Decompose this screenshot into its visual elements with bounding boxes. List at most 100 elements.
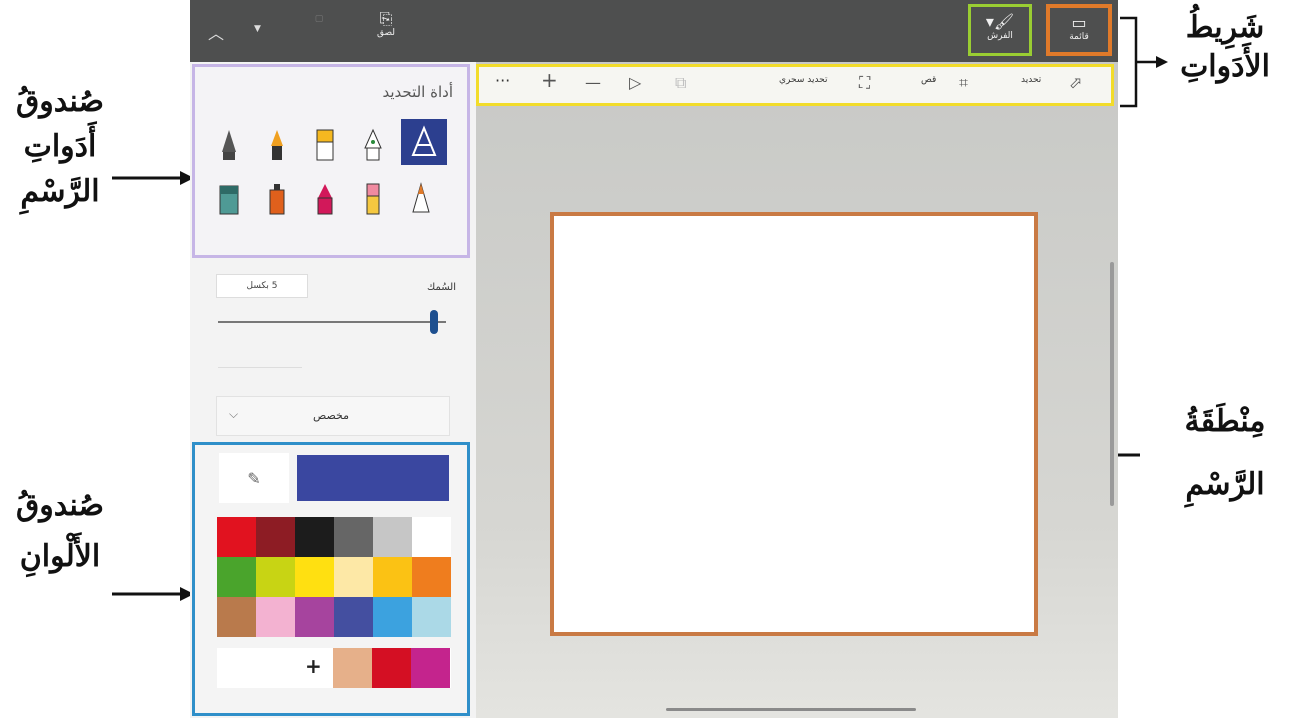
eyedropper-icon: ✎: [247, 468, 261, 488]
paste-icon: ⎘: [379, 9, 393, 28]
color-swatch[interactable]: [295, 517, 334, 557]
color-swatch[interactable]: [334, 517, 373, 557]
brushes-label: الفرش: [987, 31, 1013, 41]
color-swatch[interactable]: [256, 557, 295, 597]
calligraphy-pen-icon: [222, 130, 236, 160]
canvas-background: [476, 62, 1118, 718]
callout-drawing-area-line2: الرَّسْمِ: [1185, 467, 1265, 502]
tools-toolbar: ··· + — ▷ ⧉ تحديد سحري ⛶ قص ⌗ تحديد ⬀: [476, 64, 1114, 106]
drawing-tools-arrow: [112, 171, 194, 185]
color-palette: [217, 517, 451, 637]
drawing-tools-title: أداة التحديد: [382, 83, 453, 101]
callout-colors: صُندوقُ الأَلْوانِ: [0, 486, 120, 576]
spray-can-tool[interactable]: [257, 179, 297, 219]
color-swatch[interactable]: [412, 597, 451, 637]
custom-colors-row: +: [217, 648, 451, 688]
zoom-in-button[interactable]: +: [541, 70, 558, 90]
callout-drawing-tools: صُندوقُ أَدَواتِ الرَّسْمِ: [0, 82, 120, 211]
brush-mode-dropdown[interactable]: ⌵ مخصص: [216, 396, 450, 436]
paint-app-window: ︿ ▼ ▢ ⎘ لصق ▾🖌 الفرش ▭ قائمة ··· + — ▷ ⧉…: [190, 0, 1118, 718]
thickness-slider-handle[interactable]: [430, 310, 438, 334]
colors-arrow: [112, 587, 194, 601]
horizontal-scrollbar[interactable]: [666, 708, 916, 711]
custom-color-swatch[interactable]: [333, 648, 372, 688]
watercolor-brush-tool[interactable]: [305, 125, 345, 165]
menu-button[interactable]: ▭ قائمة: [1046, 4, 1112, 56]
dropdown-arrow-icon[interactable]: ▼: [254, 24, 261, 34]
thickness-value-field[interactable]: 5 بكسل: [216, 274, 308, 298]
paste-button[interactable]: ⎘ لصق: [364, 9, 408, 39]
crayon-icon: [317, 184, 333, 215]
paint-bucket-icon: [219, 185, 239, 215]
color-swatch[interactable]: [217, 557, 256, 597]
undo-chevron-icon[interactable]: ︿: [208, 20, 224, 44]
callout-colors-line1: صُندوقُ: [15, 488, 105, 523]
color-swatch[interactable]: [217, 517, 256, 557]
magic-select-label[interactable]: تحديد سحري: [779, 75, 828, 85]
eyedropper-button[interactable]: ✎: [219, 453, 289, 503]
pencil-icon: [412, 182, 430, 213]
tag-shape-icon[interactable]: ▷: [629, 74, 641, 92]
fountain-pen-icon: [364, 128, 382, 161]
color-swatch[interactable]: [373, 557, 412, 597]
selection-tool[interactable]: [401, 119, 447, 165]
crop-label[interactable]: قص: [921, 75, 936, 85]
pencil-tool[interactable]: [401, 179, 441, 219]
paste-label: لصق: [376, 28, 396, 38]
top-bar: ︿ ▼ ▢ ⎘ لصق ▾🖌 الفرش ▭ قائمة: [190, 0, 1118, 62]
thickness-slider-track[interactable]: [218, 321, 446, 323]
current-color[interactable]: [297, 455, 449, 501]
drawing-canvas[interactable]: [550, 212, 1038, 636]
callout-drawing-tools-line3: الرَّسْمِ: [20, 174, 100, 209]
menu-folder-icon: ▭: [1071, 13, 1087, 32]
watercolor-brush-icon: [316, 129, 334, 161]
select-cursor-icon[interactable]: ⬀: [1069, 74, 1082, 92]
select-label[interactable]: تحديد: [1021, 75, 1041, 85]
color-swatch[interactable]: [334, 557, 373, 597]
add-color-button[interactable]: +: [305, 654, 322, 678]
color-swatch[interactable]: [295, 597, 334, 637]
callout-drawing-tools-line2: أَدَواتِ: [23, 129, 97, 164]
left-panel: أداة التحديد السُمك 5 بكسل ⌵ مخصص ✎ +: [190, 62, 476, 718]
spray-can-icon: [269, 184, 285, 215]
zoom-out-button[interactable]: —: [585, 74, 601, 92]
fill-bucket-tool[interactable]: [209, 179, 249, 219]
color-swatch[interactable]: [295, 557, 334, 597]
color-swatch[interactable]: [256, 517, 295, 557]
custom-color-swatch[interactable]: [411, 648, 450, 688]
toolbar-callout-bracket: [1120, 16, 1168, 108]
vertical-scrollbar[interactable]: [1110, 262, 1114, 506]
colors-box: ✎ +: [192, 442, 470, 716]
crayon-tool[interactable]: [305, 179, 345, 219]
color-swatch[interactable]: [412, 517, 451, 557]
calligraphy-pen-tool[interactable]: [209, 125, 249, 165]
callout-colors-line2: الأَلْوانِ: [19, 539, 101, 574]
magic-select-icon[interactable]: ⛶: [859, 74, 870, 92]
color-swatch[interactable]: [256, 597, 295, 637]
oil-brush-tool[interactable]: [257, 125, 297, 165]
color-swatch[interactable]: [412, 557, 451, 597]
color-swatch[interactable]: [373, 597, 412, 637]
divider: [218, 367, 302, 368]
oil-brush-icon: [271, 130, 283, 160]
custom-colors: [333, 648, 451, 688]
color-swatch[interactable]: [217, 597, 256, 637]
copy-icon: ⧉: [675, 73, 687, 92]
callout-drawing-tools-line1: صُندوقُ: [15, 84, 105, 119]
marker-tool[interactable]: [353, 179, 393, 219]
thickness-label: السُمك: [427, 282, 456, 293]
callout-drawing-area-line1: مِنْطَقَةُ: [1184, 404, 1266, 439]
brushes-button[interactable]: ▾🖌 الفرش: [968, 4, 1032, 56]
custom-color-swatch[interactable]: [372, 648, 411, 688]
menu-label: قائمة: [1069, 32, 1089, 42]
disabled-button: ▢: [314, 14, 324, 24]
brush-mode-value: مخصص: [313, 409, 350, 422]
color-swatch[interactable]: [334, 597, 373, 637]
color-swatch[interactable]: [373, 517, 412, 557]
brush-icon: ▾🖌: [985, 12, 1015, 31]
more-button[interactable]: ···: [495, 71, 510, 90]
crop-icon[interactable]: ⌗: [959, 74, 968, 92]
pen-tool[interactable]: [353, 125, 393, 165]
chevron-down-icon: ⌵: [229, 407, 239, 421]
callout-drawing-area: مِنْطَقَةُ الرَّسْمِ: [1150, 402, 1300, 504]
